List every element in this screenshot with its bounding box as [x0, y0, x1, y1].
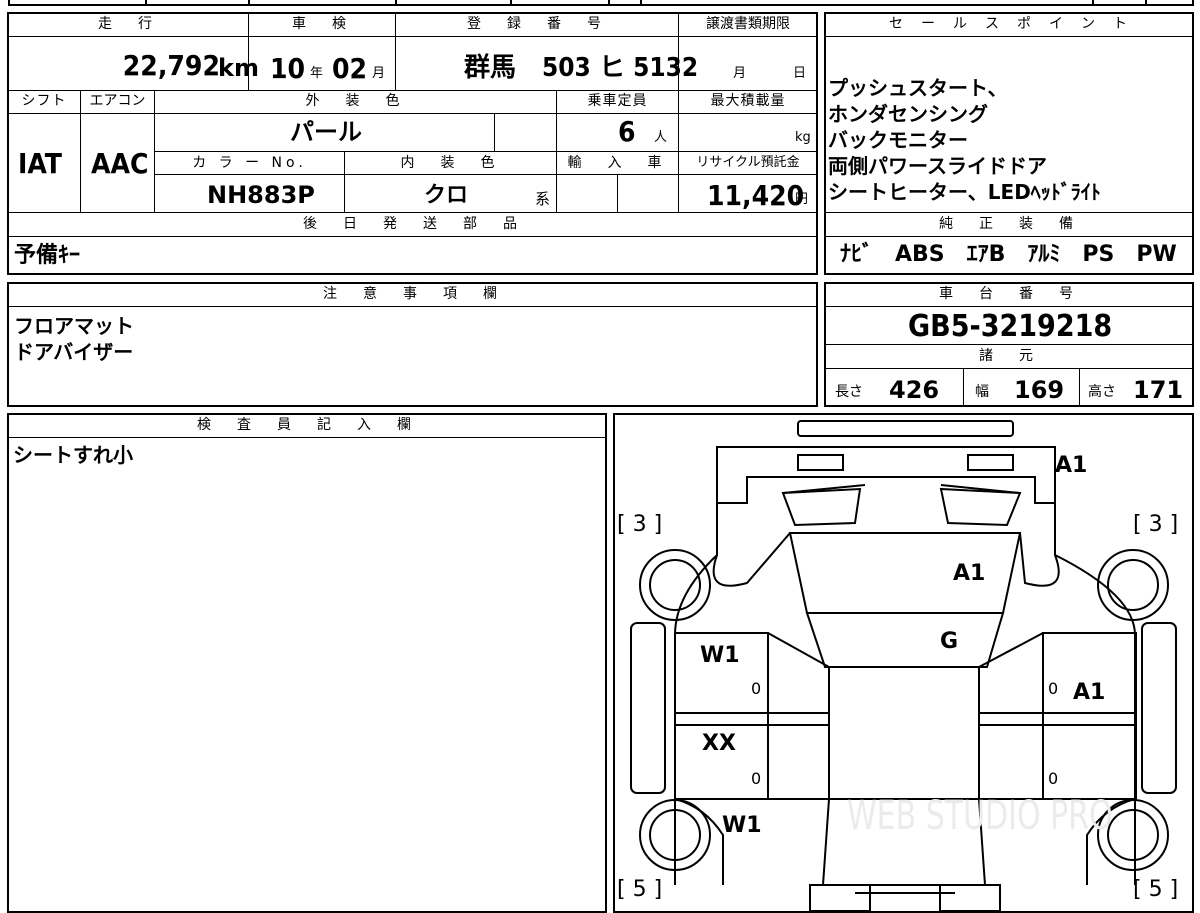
note-line: ドアバイザー [14, 340, 134, 364]
inspector-box [7, 413, 607, 913]
mileage-header: 走 行 [98, 16, 158, 32]
exterior-color-header: 外 装 色 [305, 93, 406, 109]
inspection-year-unit: 年 [310, 66, 324, 81]
width-value: 169 [1014, 376, 1065, 404]
notes-header: 注 意 事 項 欄 [323, 286, 503, 302]
inspection-header: 車 検 [292, 16, 352, 32]
shift-header: シフト [21, 93, 67, 109]
shift-value: IAT [18, 147, 62, 180]
mark-windshield: G [940, 629, 959, 654]
top-strip [0, 0, 1200, 6]
length-value: 426 [889, 376, 940, 404]
mark-left-rear-door-sub: 0 [751, 769, 762, 788]
mark-left-rear-door: XX [702, 731, 736, 756]
recycle-header: リサイクル預託金 [696, 155, 800, 170]
interior-color-header: 内 装 色 [400, 155, 501, 171]
sale-point-line: 両側パワースライドドア [828, 154, 1047, 178]
chassis-header: 車 台 番 号 [939, 286, 1079, 302]
length-label: 長さ [835, 384, 863, 400]
watermark: WEB STUDIO PRO [847, 793, 1113, 839]
inspector-header: 検 査 員 記 入 欄 [197, 417, 417, 433]
damage-diagram: WEB STUDIO PRO A1 [ 3 ] [ 3 ] [ 5 ] [ 5 … [613, 413, 1194, 913]
interior-color-value: クロ [424, 183, 469, 208]
color-no-header: カ ラ ー No. [192, 155, 307, 171]
mark-right-rear-door-sub: 0 [1048, 769, 1059, 788]
interior-color-suffix: 系 [535, 190, 551, 208]
standard-equipment-value: ﾅﾋﾞ ABS ｴｱB ｱﾙﾐ PS PW [840, 242, 1177, 267]
height-value: 171 [1133, 376, 1184, 404]
width-label: 幅 [975, 384, 989, 400]
recycle-value: 11,420 [707, 179, 805, 212]
mark-right-front-door: A1 [1073, 680, 1106, 705]
color-no-value: NH883P [207, 181, 315, 209]
recycle-unit: 円 [795, 192, 809, 207]
sale-point-line: シートヒーター、LEDﾍｯﾄﾞﾗｲﾄ [828, 180, 1101, 204]
transfer-deadline-header: 譲渡書類期限 [706, 16, 790, 32]
aircon-header: エアコン [89, 93, 146, 109]
mileage-value: 22,792 [122, 49, 220, 82]
note-line: フロアマット [14, 314, 134, 338]
mileage-unit: km [218, 54, 259, 82]
mark-left-front-door: W1 [700, 643, 740, 668]
sale-point-line: ホンダセンシング [828, 102, 988, 126]
mark-tire-rear-left: [ 5 ] [617, 877, 663, 902]
capacity-unit: 人 [654, 130, 668, 145]
inspection-month-unit: 月 [372, 66, 386, 81]
specs-header: 諸 元 [979, 348, 1039, 364]
mark-tire-rear-right: [ 5 ] [1133, 877, 1179, 902]
registration-header: 登 録 番 号 [467, 16, 607, 32]
standard-equipment-header: 純 正 装 備 [939, 216, 1079, 232]
sale-point-line: プッシュスタート、 [828, 76, 1008, 100]
registration-value: 群馬 503 ヒ 5132 [464, 53, 699, 83]
later-parts-header: 後 日 発 送 部 品 [303, 216, 523, 232]
mark-tire-front-right: [ 3 ] [1133, 512, 1179, 537]
transfer-day-unit: 日 [793, 66, 807, 81]
mark-left-front-door-sub: 0 [751, 679, 762, 698]
inspection-year: 10 [270, 52, 306, 85]
sale-points-header: セ ー ル ス ポ イ ン ト [889, 16, 1129, 32]
mark-hood: A1 [953, 561, 986, 586]
chassis-value: GB5-3219218 [908, 309, 1113, 344]
exterior-color-value: パール [290, 118, 362, 146]
max-load-header: 最大積載量 [710, 93, 786, 109]
capacity-header: 乗車定員 [587, 93, 648, 109]
mark-tire-front-left: [ 3 ] [617, 512, 663, 537]
import-header: 輸 入 車 [567, 155, 668, 171]
inspector-comment: シートすれ小 [13, 443, 133, 467]
max-load-unit: kg [795, 130, 811, 145]
mark-right-front-door-sub: 0 [1048, 679, 1059, 698]
later-parts-value: 予備ｷｰ [14, 243, 81, 268]
aircon-value: AAC [91, 147, 149, 180]
height-label: 高さ [1088, 384, 1116, 400]
inspection-month: 02 [332, 52, 368, 85]
transfer-month-unit: 月 [733, 66, 747, 81]
mark-rear-top: A1 [1055, 453, 1088, 478]
mark-left-rear-quarter: W1 [722, 813, 762, 838]
sale-point-line: バックモニター [828, 128, 968, 152]
capacity-value: 6 [618, 115, 636, 148]
